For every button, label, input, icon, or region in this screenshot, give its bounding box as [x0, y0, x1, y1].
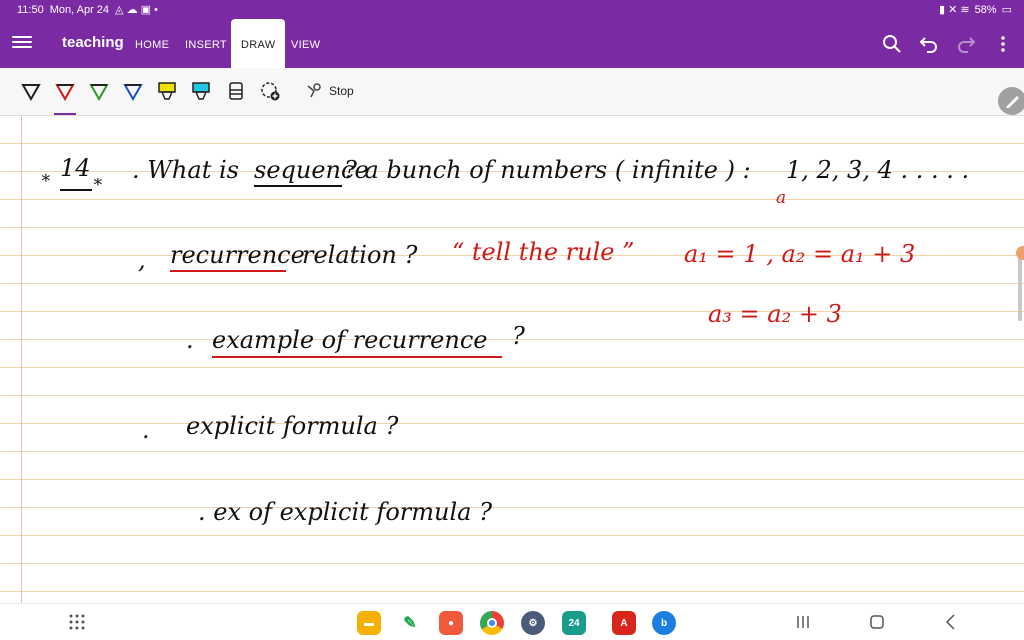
recurrence-formula-2: a₃ = a₂ + 3: [708, 300, 842, 328]
signal-icons: ▮ ✕ ≋: [938, 4, 970, 16]
tell-the-rule-quote: “ tell the rule ”: [452, 238, 635, 266]
side-panel-handle[interactable]: [1016, 246, 1024, 260]
pencil-icon: [1006, 96, 1019, 108]
battery-level: 58%: [974, 3, 997, 16]
notebook-title[interactable]: teaching: [62, 34, 124, 51]
pen-fab-button[interactable]: [998, 87, 1024, 115]
eraser-icon[interactable]: [225, 80, 247, 102]
evernote-app-icon[interactable]: ✎: [398, 611, 422, 635]
pen-green-icon[interactable]: [88, 80, 110, 102]
home-icon[interactable]: [867, 612, 887, 632]
pen-red-icon[interactable]: [54, 80, 76, 102]
highlighter-yellow-icon[interactable]: [156, 80, 178, 102]
star-mark: ∗: [40, 168, 52, 188]
bullet-dot-2: .: [186, 326, 194, 354]
item-number: 14: [60, 154, 91, 182]
back-icon[interactable]: [941, 612, 961, 632]
item-number-underline: [60, 189, 92, 191]
more-icon[interactable]: [992, 33, 1014, 55]
settings-app-icon[interactable]: ⚙: [521, 611, 545, 635]
label-a: a: [776, 188, 787, 208]
tab-home[interactable]: HOME: [135, 19, 169, 68]
example-question-mark: ?: [512, 322, 525, 350]
sequence-underline: [254, 185, 342, 187]
example-underline: [212, 356, 502, 358]
sequence-definition: ? a bunch of numbers ( infinite ) :: [344, 156, 751, 184]
tab-insert[interactable]: INSERT: [185, 19, 227, 68]
status-bar: 11:50 Mon, Apr 24 ◬ ☁ ▣ • ▮ ✕ ≋ 58% ▭: [0, 0, 1024, 19]
calendar-app-icon[interactable]: 24: [562, 611, 586, 635]
lasso-add-icon[interactable]: [259, 80, 281, 102]
draw-toolbar: Stop: [0, 68, 1024, 116]
question-what-is: . What is: [132, 156, 239, 184]
ink-replay-icon: [307, 83, 321, 98]
sequence-example: 1, 2, 3, 4 . . . . .: [786, 156, 970, 184]
bullet-dot-3: .: [142, 416, 150, 444]
bixby-app-icon[interactable]: b: [652, 611, 676, 635]
highlighter-cyan-icon[interactable]: [190, 80, 212, 102]
recurrence-underline: [170, 270, 286, 272]
note-canvas[interactable]: ∗ 14 ∗ . What is sequence ? a bunch of n…: [0, 87, 1024, 603]
pen-blue-icon[interactable]: [122, 80, 144, 102]
recurrence-formula-1: a₁ = 1 , a₂ = a₁ + 3: [684, 240, 916, 268]
selected-tool-indicator: [54, 113, 76, 115]
recents-icon[interactable]: [793, 612, 813, 632]
tab-view[interactable]: VIEW: [291, 19, 320, 68]
battery-icon: ▭: [1001, 4, 1012, 16]
menu-icon[interactable]: [12, 33, 32, 53]
status-icons: ◬ ☁ ▣ •: [115, 4, 158, 16]
tab-draw[interactable]: DRAW: [231, 19, 286, 68]
example-of-recurrence: example of recurrence: [212, 326, 488, 354]
relation-question: relation ?: [302, 241, 418, 269]
contacts-app-icon[interactable]: ●: [439, 611, 463, 635]
app-drawer-icon[interactable]: [67, 612, 87, 632]
page-margin-line: [21, 116, 22, 603]
pen-black-icon[interactable]: [20, 80, 42, 102]
status-time: 11:50: [17, 3, 44, 16]
scrollbar[interactable]: [1018, 251, 1022, 321]
acrobat-app-icon[interactable]: A: [612, 611, 636, 635]
star-mark-2: ∗: [92, 172, 104, 192]
word-recurrence: recurrence: [170, 241, 305, 269]
ex-explicit-formula-question: . ex of explicit formula ?: [198, 498, 492, 526]
files-app-icon[interactable]: ▬: [357, 611, 381, 635]
bullet-dot: ,: [138, 246, 146, 274]
redo-icon[interactable]: [955, 33, 977, 55]
system-nav-bar: ▬ ✎ ● ⚙ 24 A b: [0, 603, 1024, 640]
chrome-app-icon[interactable]: [480, 611, 504, 635]
undo-icon[interactable]: [918, 33, 940, 55]
app-bar: teaching HOME INSERT DRAW VIEW: [0, 19, 1024, 68]
stop-button[interactable]: Stop: [305, 82, 354, 100]
search-icon[interactable]: [881, 33, 903, 55]
stop-label: Stop: [329, 84, 354, 98]
status-date: Mon, Apr 24: [49, 3, 110, 16]
explicit-formula-question: explicit formula ?: [186, 412, 399, 440]
